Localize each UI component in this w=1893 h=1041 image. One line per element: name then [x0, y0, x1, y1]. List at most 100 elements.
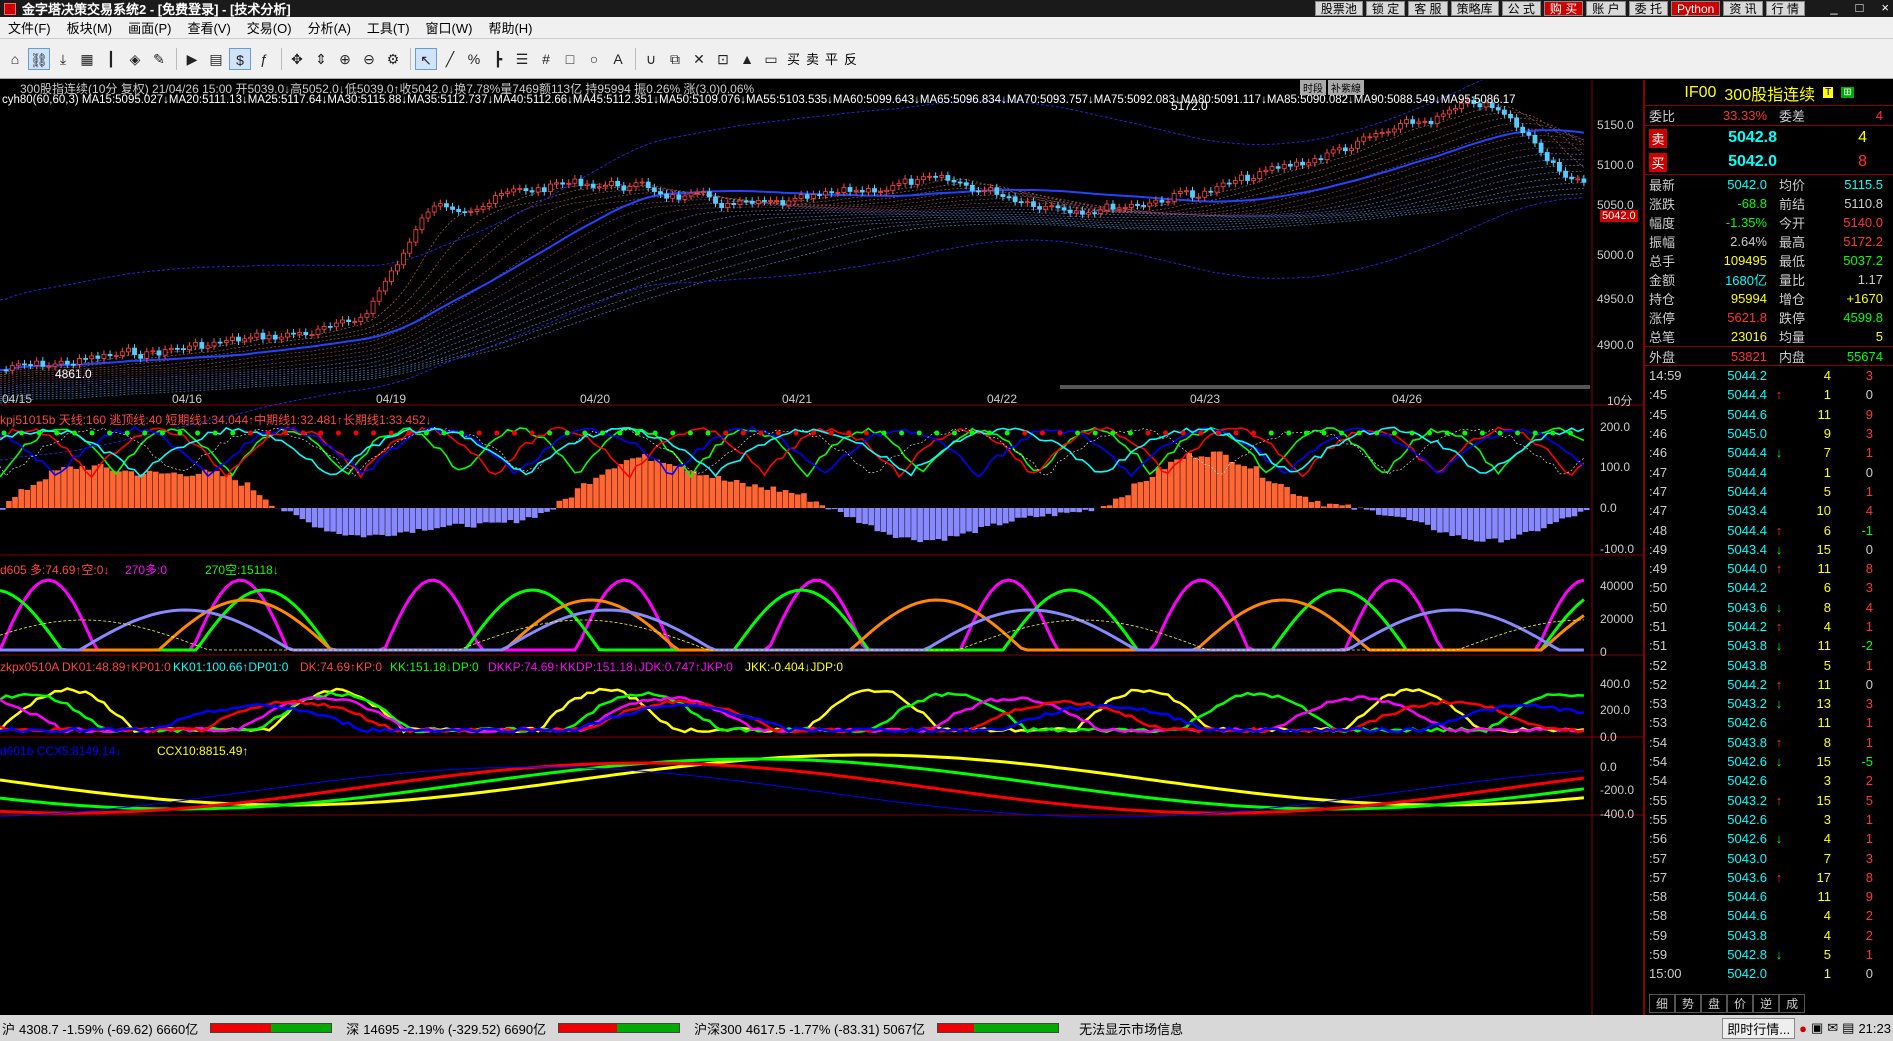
tick-row[interactable]: :50 5043.6 ↓ 8 4 [1645, 598, 1893, 617]
grid-draw-icon[interactable]: # [535, 48, 557, 70]
tick-row[interactable]: 14:59 5044.2 4 3 [1645, 366, 1893, 385]
top-button[interactable]: 客 服 [1408, 1, 1448, 16]
tick-row[interactable]: :50 5044.2 6 3 [1645, 578, 1893, 597]
quote-tab[interactable]: 成 [1779, 994, 1806, 1013]
top-button[interactable]: 资 讯 [1723, 1, 1763, 16]
edit-icon[interactable]: ✎ [148, 48, 170, 70]
calc-icon[interactable]: ▤ [1842, 1020, 1854, 1036]
tick-row[interactable]: :47 5044.4 1 0 [1645, 462, 1893, 481]
quote-tab[interactable]: 势 [1675, 994, 1702, 1013]
top-button[interactable]: 公 式 [1501, 1, 1541, 16]
mail-icon[interactable]: ✉ [1827, 1020, 1838, 1036]
bar-chart-icon[interactable]: ┃ [100, 48, 122, 70]
menu-item[interactable]: 画面(P) [120, 18, 179, 37]
zoom-out-icon[interactable]: ⊖ [358, 48, 380, 70]
trade-button[interactable]: 卖 [806, 49, 819, 68]
t-icon[interactable]: T [1823, 87, 1834, 98]
tick-row[interactable]: :52 5043.8 5 1 [1645, 655, 1893, 674]
rect-icon[interactable]: □ [559, 48, 581, 70]
buy-row[interactable]: 买 5042.0 8 [1645, 150, 1893, 175]
cursor-vertical-icon[interactable]: ⇕ [310, 48, 332, 70]
tick-row[interactable]: :49 5043.4 ↓ 15 0 [1645, 540, 1893, 559]
tick-row[interactable]: :46 5045.0 9 3 [1645, 424, 1893, 443]
menu-item[interactable]: 分析(A) [300, 18, 359, 37]
top-button[interactable]: 账 户 [1586, 1, 1626, 16]
tick-row[interactable]: :51 5044.2 ↑ 4 1 [1645, 617, 1893, 636]
grid-icon[interactable]: ▦ [76, 48, 98, 70]
quote-tab[interactable]: 盘 [1701, 994, 1728, 1013]
tick-row[interactable]: :54 5042.6 3 2 [1645, 771, 1893, 790]
monitor-icon[interactable]: ▣ [1811, 1020, 1823, 1036]
tick-row[interactable]: :55 5042.6 3 1 [1645, 810, 1893, 829]
expand-icon[interactable]: ⊞ [1841, 87, 1854, 98]
tick-row[interactable]: :54 5043.8 ↑ 8 1 [1645, 733, 1893, 752]
minimize-icon[interactable]: _ [1830, 0, 1837, 15]
tick-row[interactable]: :56 5042.6 ↓ 4 1 [1645, 829, 1893, 848]
download-icon[interactable]: ⤓ [52, 48, 74, 70]
tick-row[interactable]: :53 5042.6 11 1 [1645, 713, 1893, 732]
indicator-icon[interactable]: ◈ [124, 48, 146, 70]
menu-item[interactable]: 工具(T) [359, 18, 418, 37]
menu-item[interactable]: 查看(V) [179, 18, 238, 37]
pointer-icon[interactable]: ↖ [415, 47, 437, 70]
delete-icon[interactable]: ✕ [688, 48, 710, 70]
tick-row[interactable]: :58 5044.6 11 9 [1645, 887, 1893, 906]
copy-icon[interactable]: ⧉ [664, 48, 686, 70]
hlines-icon[interactable]: ☰ [511, 48, 533, 70]
percent-icon[interactable]: % [463, 48, 485, 70]
ruler-icon[interactable]: ┣ [487, 48, 509, 70]
top-button[interactable]: Python [1670, 1, 1721, 16]
tick-row[interactable]: :51 5043.8 ↓ 11 -2 [1645, 636, 1893, 655]
tag-period[interactable]: 时段 [1300, 80, 1326, 95]
top-button[interactable]: 购 买 [1543, 1, 1584, 16]
quote-tabs[interactable]: 细势盘价逆成 [1649, 994, 1806, 1013]
tick-row[interactable]: :52 5044.2 ↑ 11 0 [1645, 675, 1893, 694]
menu-item[interactable]: 帮助(H) [480, 18, 540, 37]
top-button[interactable]: 股票池 [1314, 1, 1363, 16]
lock-icon[interactable]: ⊡ [712, 48, 734, 70]
tick-row[interactable]: :46 5044.4 ↓ 7 1 [1645, 443, 1893, 462]
color-icon[interactable]: ▲ [736, 48, 758, 70]
chart-canvas[interactable] [0, 80, 1643, 1015]
record-icon[interactable]: ● [1799, 1021, 1807, 1036]
tick-row[interactable]: :47 5044.4 5 1 [1645, 482, 1893, 501]
tick-row[interactable]: :55 5043.2 ↑ 15 5 [1645, 791, 1893, 810]
tag-fill[interactable]: 补紫線 [1328, 80, 1364, 95]
trade-button[interactable]: 反 [844, 49, 857, 68]
menu-item[interactable]: 板块(M) [59, 18, 121, 37]
menu-item[interactable]: 交易(O) [239, 18, 300, 37]
play-icon[interactable]: ▶ [181, 48, 203, 70]
menu-item[interactable]: 窗口(W) [418, 18, 481, 37]
top-button[interactable]: 锁 定 [1365, 1, 1406, 16]
tick-row[interactable]: :59 5042.8 ↓ 5 1 [1645, 945, 1893, 964]
magnet-icon[interactable]: ∪ [640, 48, 662, 70]
tick-row[interactable]: :53 5043.2 ↓ 13 3 [1645, 694, 1893, 713]
line-icon[interactable]: ╱ [439, 48, 461, 70]
link-icon[interactable]: ⛓ [28, 47, 50, 70]
quote-tab[interactable]: 价 [1727, 994, 1754, 1013]
zoom-in-icon[interactable]: ⊕ [334, 48, 356, 70]
tick-row[interactable]: :58 5044.6 4 2 [1645, 906, 1893, 925]
tick-row[interactable]: :57 5043.6 ↑ 17 8 [1645, 868, 1893, 887]
quote-tab[interactable]: 细 [1649, 994, 1676, 1013]
ellipse-icon[interactable]: ○ [583, 48, 605, 70]
tick-row[interactable]: 15:00 5042.0 1 0 [1645, 964, 1893, 983]
tick-row[interactable]: :48 5044.4 ↑ 6 -1 [1645, 520, 1893, 539]
maximize-icon[interactable]: □ [1856, 0, 1864, 15]
quote-tab[interactable]: 逆 [1753, 994, 1780, 1013]
notebook-icon[interactable]: ▤ [205, 48, 227, 70]
tick-list[interactable]: 14:59 5044.2 4 3:45 5044.4 ↑ 1 0:45 5044.6 11 9:46… [1645, 365, 1893, 984]
tick-row[interactable]: :57 5043.0 7 3 [1645, 848, 1893, 867]
tick-row[interactable]: :49 5044.0 ↑ 11 8 [1645, 559, 1893, 578]
tick-row[interactable]: :45 5044.6 11 9 [1645, 405, 1893, 424]
menu-item[interactable]: 文件(F) [0, 18, 59, 37]
home-icon[interactable]: ⌂ [4, 48, 26, 70]
dollar-icon[interactable]: $ [229, 47, 251, 70]
tick-row[interactable]: :45 5044.4 ↑ 1 0 [1645, 385, 1893, 404]
top-button[interactable]: 行 情 [1765, 1, 1805, 16]
chart-area[interactable]: 300股指连续(10分 复权) 21/04/26 15:00 开5039.0↓高… [0, 80, 1643, 1015]
top-button[interactable]: 委 托 [1628, 1, 1668, 16]
text-icon[interactable]: A [607, 48, 629, 70]
trade-button[interactable]: 买 [787, 49, 800, 68]
tick-row[interactable]: :59 5043.8 4 2 [1645, 926, 1893, 945]
